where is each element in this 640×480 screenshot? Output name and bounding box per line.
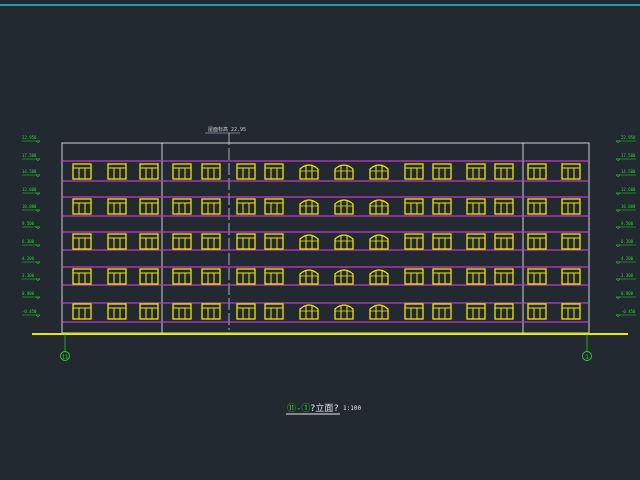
level-value: -0.450 bbox=[22, 309, 37, 314]
level-value: 9.500 bbox=[621, 221, 634, 226]
title-axis-range: ⑪-① bbox=[287, 403, 310, 414]
level-value: 6.300 bbox=[22, 239, 35, 244]
level-value: 17.500 bbox=[621, 153, 636, 158]
level-value: 12.600 bbox=[621, 187, 636, 192]
elevation-drawing-canvas: 屋面标高 22.95 22.950 17.500 14.500 12.600 10.80… bbox=[0, 0, 640, 480]
level-value: 22.950 bbox=[22, 135, 37, 140]
level-value: 3.300 bbox=[621, 273, 634, 278]
title-scale: 1:100 bbox=[343, 405, 361, 412]
level-value: 4.200 bbox=[22, 256, 35, 261]
level-value: 12.600 bbox=[22, 187, 37, 192]
level-value: 9.500 bbox=[22, 221, 35, 226]
axis-label-right: 1 bbox=[585, 354, 588, 360]
level-value: 4.200 bbox=[621, 256, 634, 261]
level-value: 10.800 bbox=[621, 204, 636, 209]
level-value: 10.800 bbox=[22, 204, 37, 209]
level-value: 14.500 bbox=[22, 169, 37, 174]
level-value: 0.900 bbox=[621, 291, 634, 296]
title-text: ?立面? bbox=[310, 402, 339, 414]
level-value: 6.300 bbox=[621, 239, 634, 244]
top-annotation: 屋面标高 22.95 bbox=[208, 126, 246, 133]
level-value: 17.500 bbox=[22, 153, 37, 158]
level-value: 3.300 bbox=[22, 273, 35, 278]
level-value: 14.500 bbox=[621, 169, 636, 174]
level-value: 22.950 bbox=[621, 135, 636, 140]
level-value: -0.450 bbox=[621, 309, 636, 314]
level-value: 0.900 bbox=[22, 291, 35, 296]
axis-label-left: 11 bbox=[62, 354, 69, 360]
